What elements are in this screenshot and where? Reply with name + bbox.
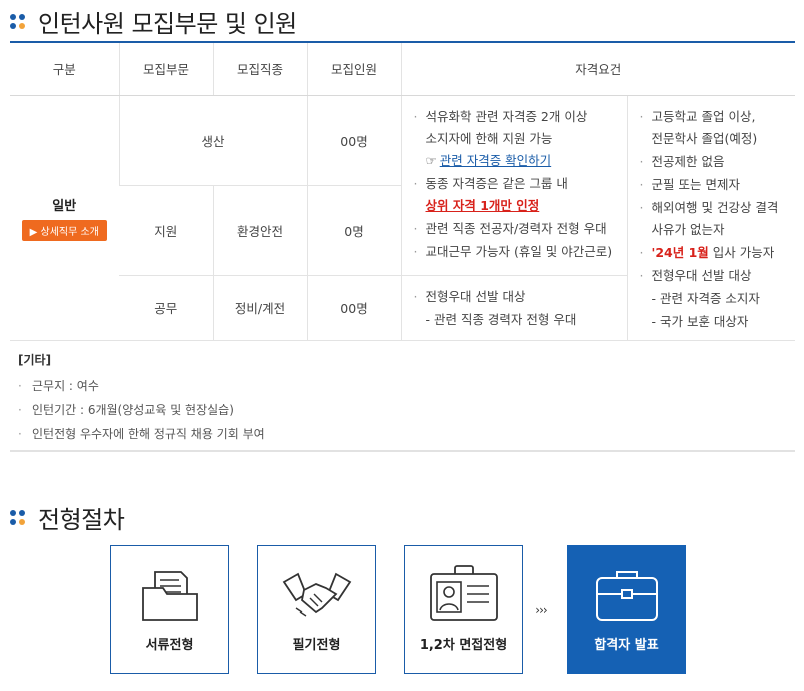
section-heading: 전형절차 bbox=[38, 506, 125, 534]
list-item: 관련 직종 전공자/경력자 전형 우대 bbox=[414, 218, 619, 240]
process-steps: 서류전형 필기전형 1,2차 면접전형 ››› 합격자 발표 bbox=[110, 545, 686, 674]
list-item: 인턴기간 : 6개월(양성교육 및 현장실습) bbox=[18, 398, 265, 422]
list-item: 동종 자격증은 같은 그룹 내상위 자격 1개만 인정 bbox=[414, 173, 619, 217]
id-card-icon bbox=[405, 564, 522, 626]
job-cell: 환경안전 bbox=[212, 185, 307, 277]
qualification-cell-2: 전형우대 선발 대상 - 관련 직종 경력자 전형 우대 bbox=[400, 275, 627, 341]
header-count: 모집인원 bbox=[306, 43, 401, 96]
step-document: 서류전형 bbox=[110, 545, 229, 674]
certificate-link[interactable]: 관련 자격증 확인하기 bbox=[440, 153, 551, 168]
step-label: 서류전형 bbox=[145, 638, 194, 653]
list-item: 근무지 : 여수 bbox=[18, 374, 265, 398]
count-cell: 0명 bbox=[306, 185, 401, 277]
count-cell: 00명 bbox=[306, 95, 401, 186]
list-item: - 관련 자격증 소지자 bbox=[651, 290, 760, 306]
handshake-icon bbox=[258, 564, 375, 626]
list-item: 교대근무 가능자 (휴일 및 야간근로) bbox=[414, 241, 619, 263]
dept-cell-maintenance: 공무 bbox=[119, 275, 213, 341]
qualification-cell-1: 석유화학 관련 자격증 2개 이상소지자에 한해 지원 가능☞관련 자격증 확인… bbox=[400, 95, 627, 277]
list-item: 전형우대 선발 대상 bbox=[414, 286, 619, 308]
briefcase-icon bbox=[568, 564, 685, 626]
section-title-process: 전형절차 bbox=[10, 500, 125, 535]
list-item: - 국가 보훈 대상자 bbox=[651, 313, 749, 329]
header-department: 모집부문 bbox=[118, 43, 213, 96]
step-result: 합격자 발표 bbox=[567, 545, 686, 674]
category-cell: 일반 ▶ 상세직무 소개 bbox=[10, 95, 119, 341]
section-title-recruitment: 인턴사원 모집부문 및 인원 bbox=[10, 4, 297, 39]
bullet-dots-icon bbox=[10, 13, 26, 30]
qualification-cell-right: 고등학교 졸업 이상,전문학사 졸업(예정) 전공제한 없음 군필 또는 면제자… bbox=[626, 95, 796, 341]
list-item: 전공제한 없음 bbox=[640, 151, 788, 173]
dept-cell-production: 생산 bbox=[118, 95, 307, 186]
general-label: 일반 bbox=[52, 198, 77, 214]
etc-title: [기타] bbox=[18, 353, 52, 367]
header-qualification: 자격요건 bbox=[400, 43, 796, 96]
table-row: 일반 ▶ 상세직무 소개 생산 00명 석유화학 관련 자격증 2개 이상소지자… bbox=[10, 95, 796, 341]
list-item: 군필 또는 면제자 bbox=[640, 174, 788, 196]
table-header-row: 구분 모집부문 모집직종 모집인원 자격요건 bbox=[10, 43, 796, 96]
list-item: 석유화학 관련 자격증 2개 이상소지자에 한해 지원 가능☞관련 자격증 확인… bbox=[414, 106, 619, 172]
step-interview: 1,2차 면접전형 bbox=[404, 545, 523, 674]
job-detail-button[interactable]: ▶ 상세직무 소개 bbox=[21, 219, 107, 241]
highlight-text: 상위 자격 1개만 인정 bbox=[425, 197, 540, 213]
list-item: 전형우대 선발 대상 bbox=[640, 265, 788, 287]
list-item: 해외여행 및 건강상 결격사유가 없는자 bbox=[640, 197, 788, 241]
date-highlight: '24년 1월 bbox=[651, 244, 709, 260]
list-item: 고등학교 졸업 이상,전문학사 졸업(예정) bbox=[640, 106, 788, 150]
header-category: 구분 bbox=[10, 43, 119, 96]
list-item: 인턴전형 우수자에 한해 정규직 채용 기회 부여 bbox=[18, 422, 265, 446]
count-cell: 00명 bbox=[306, 275, 401, 341]
step-label: 합격자 발표 bbox=[594, 638, 659, 653]
etc-notes: [기타] 근무지 : 여수 인턴기간 : 6개월(양성교육 및 현장실습) 인턴… bbox=[18, 348, 265, 446]
step-label: 필기전형 bbox=[292, 638, 341, 653]
next-arrows-icon: ››› bbox=[535, 602, 547, 617]
pointing-hand-icon: ☞ bbox=[425, 152, 437, 168]
header-job: 모집직종 bbox=[212, 43, 307, 96]
step-label: 1,2차 면접전형 bbox=[419, 638, 508, 653]
bullet-dots-icon bbox=[10, 509, 26, 526]
recruitment-table: 구분 모집부문 모집직종 모집인원 자격요건 일반 ▶ 상세직무 소개 생산 0… bbox=[10, 41, 796, 341]
folder-icon bbox=[111, 564, 228, 626]
dept-cell-support: 지원 bbox=[119, 185, 213, 277]
list-item: '24년 1월 입사 가능자 bbox=[640, 242, 788, 264]
step-written: 필기전형 bbox=[257, 545, 376, 674]
list-item: - 관련 직종 경력자 전형 우대 bbox=[425, 312, 577, 328]
page-title: 인턴사원 모집부문 및 인원 bbox=[38, 10, 297, 38]
job-cell: 정비/계전 bbox=[212, 275, 307, 341]
divider bbox=[10, 450, 795, 452]
